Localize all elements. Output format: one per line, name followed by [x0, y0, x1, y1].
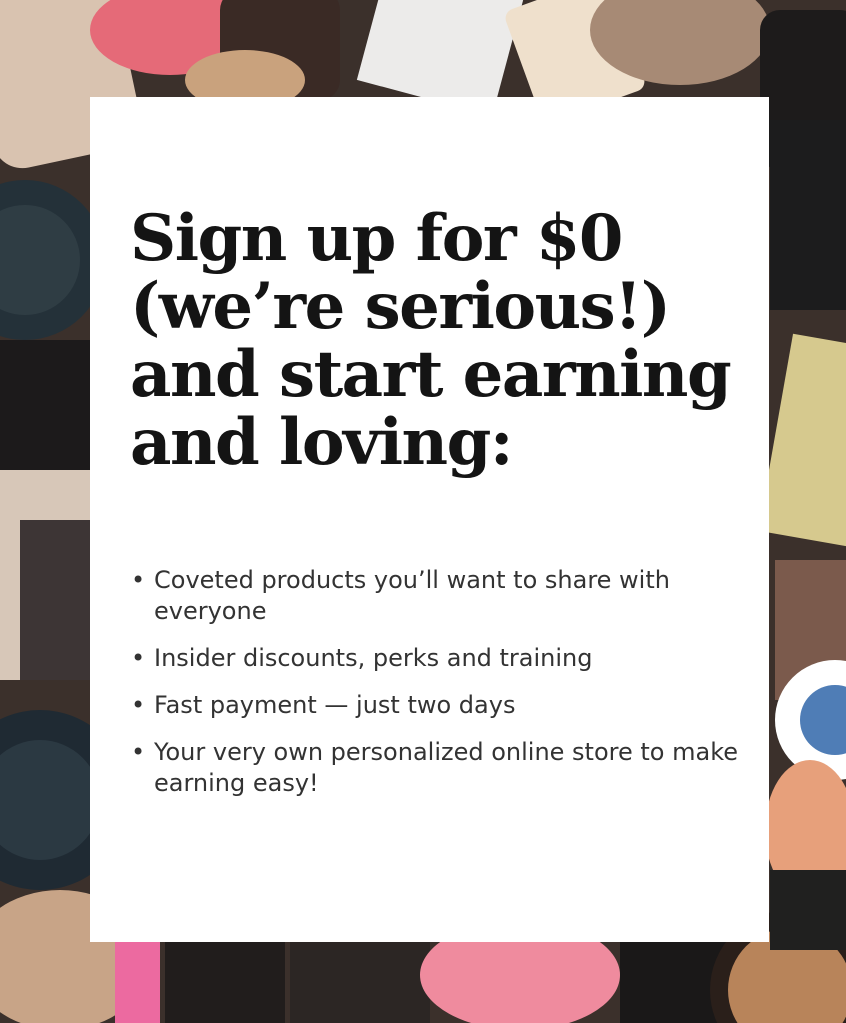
benefit-text: Fast payment — just two days: [154, 691, 516, 719]
signup-card: Sign up for $0 (we’re serious!) and star…: [90, 97, 769, 942]
promo-banner: Sign up for $0 (we’re serious!) and star…: [0, 0, 846, 1023]
pink-lipstick-icon: [115, 930, 160, 1023]
headline-line: and loving:: [130, 405, 513, 480]
benefit-text: Your very own personalized online store …: [154, 738, 739, 797]
bullet-icon: •: [131, 691, 146, 719]
bullet-icon: •: [131, 644, 146, 672]
benefit-text: Coveted products you’ll want to share wi…: [154, 566, 670, 625]
bullet-icon: •: [131, 566, 146, 594]
benefits-list: • Coveted products you’ll want to share …: [130, 565, 740, 815]
benefit-item: • Your very own personalized online stor…: [130, 737, 740, 799]
headline-line: Sign up for $0: [130, 201, 623, 276]
benefit-item: • Insider discounts, perks and training: [130, 643, 740, 674]
headline-line: and start earning: [130, 337, 732, 412]
headline-line: (we’re serious!): [130, 269, 671, 344]
silver-compact-icon: [770, 120, 846, 310]
benefit-text: Insider discounts, perks and training: [154, 644, 593, 672]
benefit-item: • Fast payment — just two days: [130, 690, 740, 721]
black-lipstick-icon: [165, 940, 285, 1023]
dark-tube-icon: [0, 340, 100, 490]
benefit-item: • Coveted products you’ll want to share …: [130, 565, 740, 627]
bullet-icon: •: [131, 738, 146, 766]
signup-headline: Sign up for $0 (we’re serious!) and star…: [130, 205, 750, 477]
